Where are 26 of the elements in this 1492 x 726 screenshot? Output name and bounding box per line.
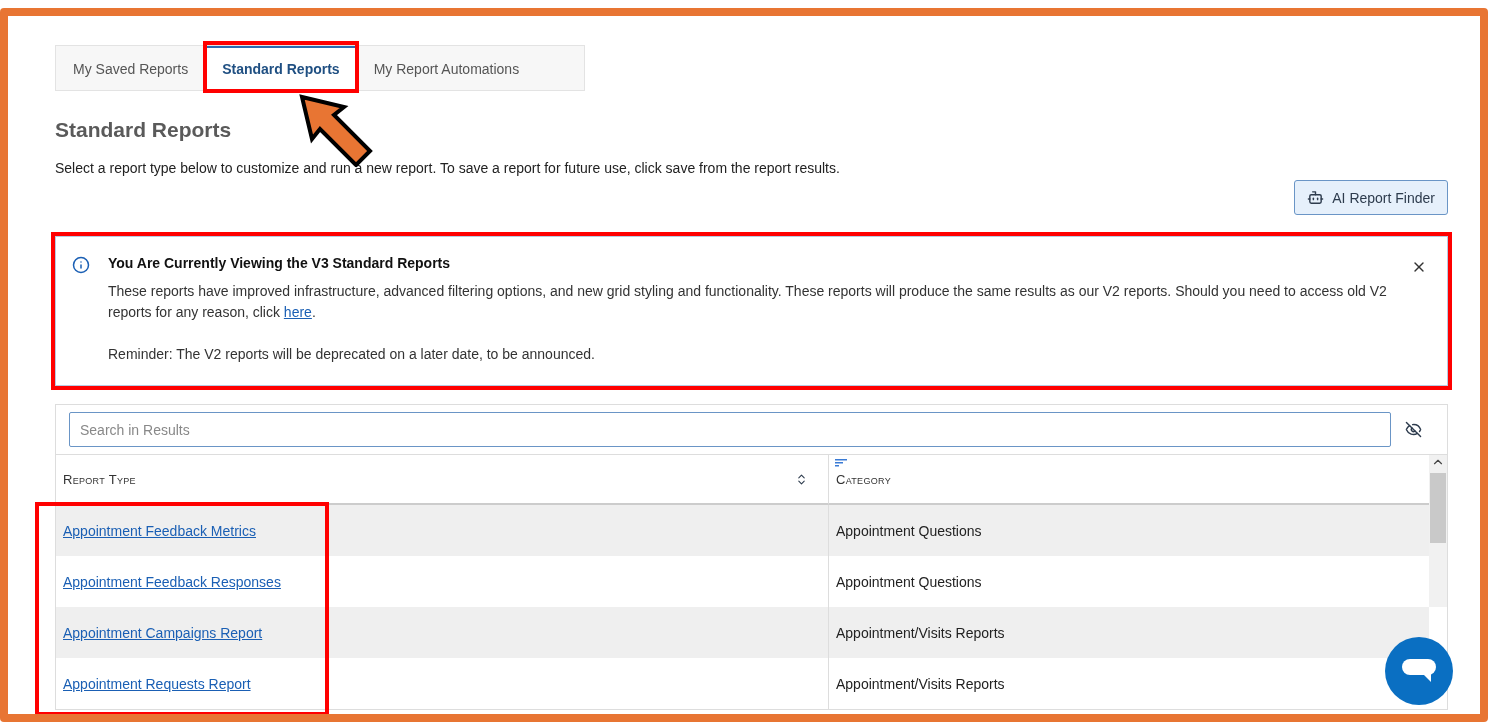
report-link[interactable]: Appointment Feedback Responses [63, 573, 281, 590]
info-icon [72, 256, 90, 274]
page-heading: Standard Reports [55, 118, 233, 142]
table-cell: Appointment Questions [828, 505, 1429, 556]
sort-icon[interactable] [835, 459, 847, 467]
column-header[interactable]: Category [836, 471, 891, 487]
report-link[interactable]: Appointment Requests Report [63, 675, 251, 692]
here-link[interactable]: here [283, 304, 312, 320]
column-header[interactable]: Report Type [63, 471, 136, 487]
ai-report-finder-button[interactable]: AI Report Finder [1294, 180, 1448, 215]
tab[interactable]: My Saved Reports [56, 46, 206, 90]
notice-title: You Are Currently Viewing the V3 Standard Reports [108, 255, 452, 271]
scroll-thumb[interactable] [1430, 473, 1446, 543]
table-cell: Appointment/Visits Reports [828, 607, 1429, 658]
reminder-text: Reminder: The V2 reports will be deprecated on a later date, to be announced. [108, 345, 596, 364]
tab[interactable]: My Report Automations [356, 46, 537, 90]
search-field[interactable]: Search in Results [69, 412, 1391, 447]
sort-icon[interactable] [795, 472, 808, 486]
notice-text: These reports have improved infrastructure, advanced filtering options, and new grid styling and functionality. These reports will produce the same results as our V2 reports. Should you need to access old V2 reports for any reason, click here. [108, 282, 1388, 322]
scrollbar[interactable] [1429, 455, 1447, 607]
robot-icon [1307, 189, 1325, 206]
chat-icon [1401, 658, 1437, 684]
tab[interactable]: Standard Reports [205, 46, 357, 90]
hide-icon[interactable] [1405, 421, 1422, 438]
report-link[interactable]: Appointment Feedback Metrics [63, 522, 256, 539]
report-link[interactable]: Appointment Campaigns Report [63, 624, 263, 641]
